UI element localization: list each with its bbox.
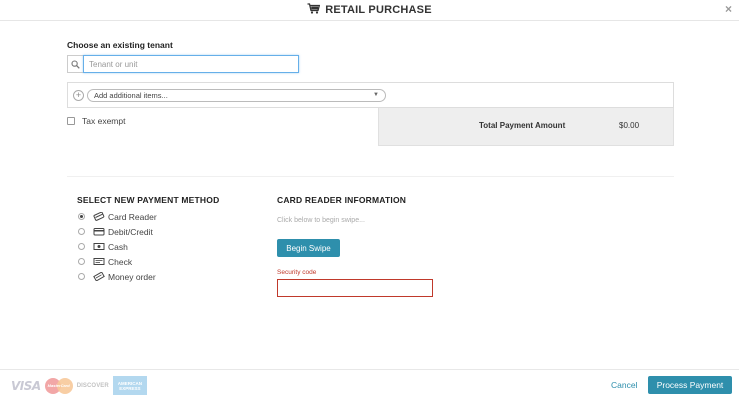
amex-logo: AMERICAN EXPRESS — [112, 376, 147, 395]
tax-exempt-row: Tax exempt — [67, 116, 125, 126]
cash-icon — [93, 242, 105, 251]
card-reader-hint: Click below to begin swipe... — [277, 217, 365, 224]
check-icon — [93, 257, 105, 266]
chevron-down-icon: ▼ — [373, 92, 379, 98]
shopping-cart-icon — [307, 3, 321, 17]
process-payment-button[interactable]: Process Payment — [648, 376, 732, 394]
payment-option-cash[interactable]: Cash — [78, 239, 157, 254]
payment-radio[interactable] — [78, 258, 85, 265]
mastercard-logo-text: MasterCard — [47, 382, 70, 388]
footer-divider — [0, 369, 739, 370]
begin-swipe-button[interactable]: Begin Swipe — [277, 239, 340, 257]
total-payment-amount: $0.00 — [619, 121, 640, 130]
payment-option-label: Money order — [108, 271, 156, 282]
payment-option-check[interactable]: Check — [78, 254, 157, 269]
additional-items-select[interactable]: Add additional items... ▼ — [87, 88, 386, 102]
payment-option-debit-credit[interactable]: Debit/Credit — [78, 224, 157, 239]
modal-title: RETAIL PURCHASE — [307, 3, 432, 17]
payment-radio[interactable] — [78, 228, 85, 235]
total-payment-label: Total Payment Amount — [479, 121, 566, 130]
payment-option-card-reader[interactable]: Card Reader — [78, 209, 157, 224]
discover-logo: DISCOVER — [76, 382, 109, 389]
modal-header: RETAIL PURCHASE × — [0, 0, 739, 21]
mastercard-logo: MasterCard — [44, 377, 73, 394]
modal-title-text: RETAIL PURCHASE — [325, 4, 432, 16]
accepted-cards: VISA MasterCard DISCOVER AMERICAN EXPRES… — [11, 376, 147, 395]
add-circle-icon[interactable]: + — [73, 89, 84, 101]
payment-method-list: Card Reader Debit/Credit Cash Check Mone… — [78, 209, 157, 284]
tenant-label: Choose an existing tenant — [67, 40, 173, 50]
card-reader-title: CARD READER INFORMATION — [277, 195, 407, 205]
search-icon — [67, 55, 83, 73]
payment-option-label: Check — [108, 256, 133, 267]
tax-exempt-checkbox[interactable] — [67, 117, 75, 125]
payment-option-label: Cash — [108, 241, 128, 252]
payment-radio[interactable] — [78, 213, 85, 220]
amex-logo-line2: EXPRESS — [119, 385, 141, 391]
payment-method-title: SELECT NEW PAYMENT METHOD — [77, 195, 220, 205]
visa-logo: VISA — [11, 378, 41, 393]
payment-option-money-order[interactable]: Money order — [78, 269, 157, 284]
card-reader-icon — [93, 212, 105, 221]
close-icon[interactable]: × — [725, 3, 732, 15]
cancel-link[interactable]: Cancel — [611, 380, 637, 390]
payment-option-label: Card Reader — [108, 211, 157, 222]
credit-card-icon — [93, 227, 105, 236]
tenant-search-input[interactable] — [83, 55, 299, 73]
payment-option-label: Debit/Credit — [108, 226, 153, 237]
payment-radio[interactable] — [78, 273, 85, 280]
tax-exempt-label: Tax exempt — [82, 116, 126, 126]
total-panel: Total Payment Amount $0.00 — [378, 108, 674, 146]
additional-items-row: + Add additional items... ▼ — [67, 82, 674, 108]
money-order-icon — [93, 272, 105, 281]
security-code-input[interactable] — [277, 279, 433, 297]
tenant-search — [67, 55, 299, 73]
section-divider — [67, 176, 674, 177]
payment-radio[interactable] — [78, 243, 85, 250]
security-code-label: Security code — [277, 269, 317, 276]
additional-items-select-label: Add additional items... — [94, 90, 168, 100]
